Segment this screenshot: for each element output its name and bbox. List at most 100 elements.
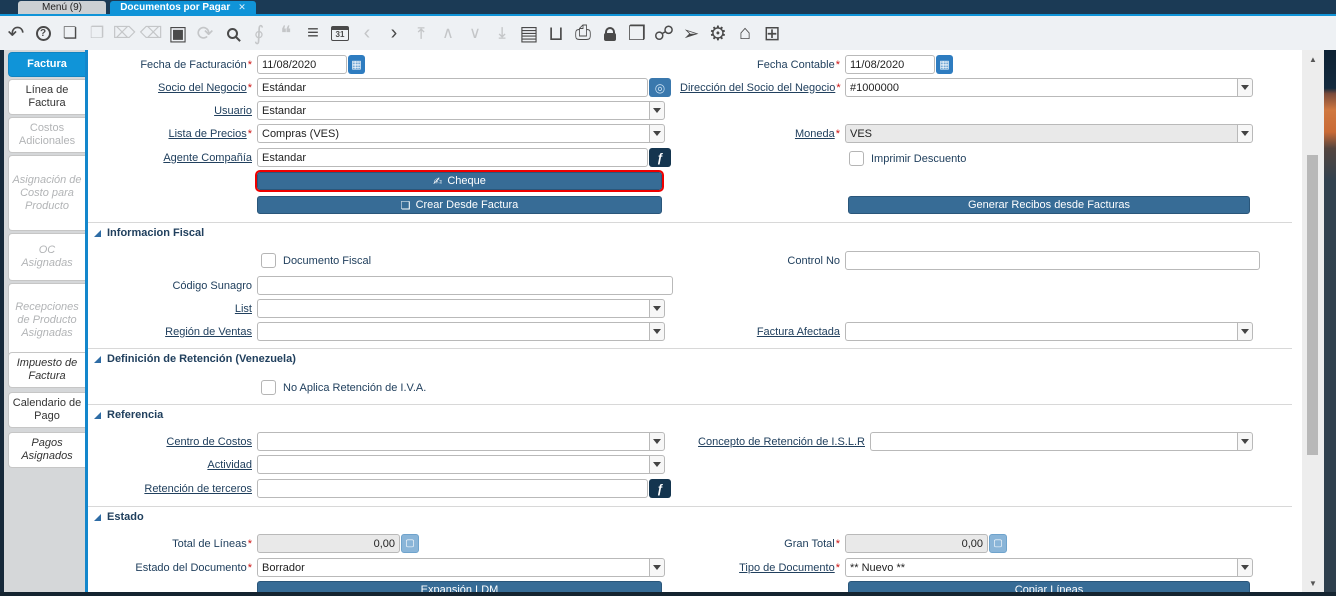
generar-recibos-button[interactable]: Generar Recibos desde Facturas bbox=[848, 196, 1250, 214]
agente-compania-funnel-button[interactable]: ƒ bbox=[649, 148, 671, 167]
chevron-down-icon[interactable] bbox=[649, 322, 665, 341]
archive-icon[interactable]: ⊔ bbox=[546, 21, 566, 45]
moneda-label[interactable]: Moneda* bbox=[680, 128, 845, 140]
delete-selection-icon[interactable]: ⌫ bbox=[140, 21, 163, 45]
direccion-socio-dropdown[interactable]: #1000000 bbox=[845, 78, 1253, 97]
send-mail-icon[interactable]: ➢ bbox=[681, 21, 701, 45]
tab-menu[interactable]: Menú (9) bbox=[18, 1, 106, 14]
estado-documento-dropdown[interactable]: Borrador bbox=[257, 558, 665, 577]
fecha-facturacion-calendar-button[interactable]: ▦ bbox=[348, 55, 365, 74]
chevron-down-icon[interactable] bbox=[1237, 322, 1253, 341]
imprimir-descuento-checkbox[interactable] bbox=[849, 151, 864, 166]
agente-compania-input[interactable]: Estandar bbox=[257, 148, 648, 167]
chevron-down-icon[interactable] bbox=[1237, 78, 1253, 97]
last-record-icon[interactable]: ⇥ bbox=[490, 23, 514, 43]
chevron-down-icon[interactable] bbox=[649, 124, 665, 143]
chevron-down-icon[interactable] bbox=[1237, 124, 1253, 143]
centro-costos-label[interactable]: Centro de Costos bbox=[92, 436, 257, 448]
socio-negocio-label[interactable]: Socio del Negocio* bbox=[92, 82, 257, 94]
prev-record-icon[interactable]: ‹ bbox=[357, 21, 377, 45]
section-header-estado[interactable]: Estado bbox=[94, 511, 144, 523]
fecha-contable-input[interactable]: 11/08/2020 bbox=[845, 55, 935, 74]
preference-icon[interactable]: ⚙ bbox=[708, 21, 728, 45]
concepto-islr-dropdown[interactable] bbox=[870, 432, 1253, 451]
direccion-socio-label[interactable]: Dirección del Socio del Negocio* bbox=[680, 82, 845, 94]
sidebar-tab-oc-asignadas[interactable]: OC Asignadas bbox=[8, 233, 85, 281]
scrollbar-thumb[interactable] bbox=[1307, 155, 1318, 455]
copy-record-icon[interactable]: ❐ bbox=[87, 21, 107, 45]
scroll-up-icon[interactable]: ▲ bbox=[1306, 52, 1320, 66]
section-header-definicion-retencion[interactable]: Definición de Retención (Venezuela) bbox=[94, 353, 296, 365]
workflow-icon[interactable]: ☍ bbox=[654, 21, 674, 45]
window-customize-icon[interactable]: ⊞ bbox=[762, 21, 782, 45]
zoom-across-icon[interactable]: ❒ bbox=[627, 21, 647, 45]
chevron-down-icon[interactable] bbox=[1237, 432, 1253, 451]
factura-afectada-label[interactable]: Factura Afectada bbox=[680, 326, 845, 338]
chevron-down-icon[interactable] bbox=[649, 101, 665, 120]
factura-afectada-dropdown[interactable] bbox=[845, 322, 1253, 341]
socio-negocio-input[interactable]: Estándar bbox=[257, 78, 648, 97]
product-info-icon[interactable]: ⌂ bbox=[735, 21, 755, 45]
lock-icon[interactable] bbox=[600, 21, 620, 45]
help-icon[interactable]: ? bbox=[33, 21, 53, 45]
gran-total-calculator-button[interactable]: ▢ bbox=[989, 534, 1007, 553]
next-record-icon[interactable]: › bbox=[384, 21, 404, 45]
fecha-facturacion-input[interactable]: 11/08/2020 bbox=[257, 55, 347, 74]
region-ventas-label[interactable]: Región de Ventas bbox=[92, 326, 257, 338]
no-aplica-retencion-checkbox[interactable] bbox=[261, 380, 276, 395]
sidebar-tab-costos-adicionales[interactable]: Costos Adicionales bbox=[8, 117, 85, 153]
sidebar-tab-recepciones[interactable]: Recepciones de Producto Asignadas bbox=[8, 283, 85, 357]
sidebar-tab-pagos-asignados[interactable]: Pagos Asignados bbox=[8, 432, 85, 468]
report-icon[interactable]: ▤ bbox=[519, 21, 539, 45]
retencion-terceros-label[interactable]: Retención de terceros bbox=[92, 483, 257, 495]
tab-documentos-por-pagar[interactable]: Documentos por Pagar ✕ bbox=[110, 1, 256, 14]
chevron-down-icon[interactable] bbox=[1237, 558, 1253, 577]
tipo-documento-label[interactable]: Tipo de Documento* bbox=[680, 562, 845, 574]
first-record-icon[interactable]: ⇤ bbox=[409, 23, 433, 43]
documento-fiscal-checkbox[interactable] bbox=[261, 253, 276, 268]
concepto-islr-label[interactable]: Concepto de Retención de I.S.L.R bbox=[680, 436, 870, 448]
chat-icon[interactable]: ❝ bbox=[276, 21, 296, 45]
section-header-informacion-fiscal[interactable]: Informacion Fiscal bbox=[94, 227, 204, 239]
list-label[interactable]: List bbox=[92, 303, 257, 315]
find-icon[interactable] bbox=[222, 21, 242, 45]
agente-compania-label[interactable]: Agente Compañía bbox=[92, 152, 257, 164]
usuario-label[interactable]: Usuario bbox=[92, 105, 257, 117]
retencion-terceros-funnel-button[interactable]: ƒ bbox=[649, 479, 671, 498]
sidebar-tab-impuesto-de-factura[interactable]: Impuesto de Factura bbox=[8, 352, 85, 388]
print-icon[interactable]: ⎙ bbox=[573, 21, 593, 45]
region-ventas-dropdown[interactable] bbox=[257, 322, 665, 341]
copiar-lineas-button[interactable]: Copiar Líneas bbox=[848, 581, 1250, 592]
chevron-down-icon[interactable] bbox=[649, 432, 665, 451]
control-no-input[interactable] bbox=[845, 251, 1260, 270]
socio-negocio-info-button[interactable]: ◎ bbox=[649, 78, 671, 97]
detail-record-icon[interactable]: ∨ bbox=[465, 21, 485, 45]
lista-precios-label[interactable]: Lista de Precios* bbox=[92, 128, 257, 140]
grid-toggle-icon[interactable]: ≡ bbox=[303, 21, 323, 45]
usuario-dropdown[interactable]: Estandar bbox=[257, 101, 665, 120]
sidebar-tab-linea-de-factura[interactable]: Línea de Factura bbox=[8, 79, 85, 115]
chevron-down-icon[interactable] bbox=[649, 455, 665, 474]
close-tab-icon[interactable]: ✕ bbox=[238, 2, 246, 13]
actividad-dropdown[interactable] bbox=[257, 455, 665, 474]
crear-desde-factura-button[interactable]: ❏ Crear Desde Factura bbox=[257, 196, 662, 214]
expansion-ldm-button[interactable]: Expansión LDM bbox=[257, 581, 662, 592]
save-icon[interactable]: ▣ bbox=[168, 21, 188, 45]
vertical-scrollbar[interactable]: ▲ ▼ bbox=[1302, 50, 1324, 592]
delete-record-icon[interactable]: ⌦ bbox=[113, 21, 136, 45]
actividad-label[interactable]: Actividad bbox=[92, 459, 257, 471]
fecha-contable-calendar-button[interactable]: ▦ bbox=[936, 55, 953, 74]
moneda-dropdown[interactable]: VES bbox=[845, 124, 1253, 143]
total-lineas-calculator-button[interactable]: ▢ bbox=[401, 534, 419, 553]
parent-record-icon[interactable]: ∧ bbox=[438, 21, 458, 45]
retencion-terceros-input[interactable] bbox=[257, 479, 648, 498]
attachment-icon[interactable]: ∮ bbox=[249, 21, 269, 45]
cheque-button[interactable]: ✍ Cheque bbox=[255, 170, 664, 192]
centro-costos-dropdown[interactable] bbox=[257, 432, 665, 451]
lista-precios-dropdown[interactable]: Compras (VES) bbox=[257, 124, 665, 143]
tipo-documento-dropdown[interactable]: ** Nuevo ** bbox=[845, 558, 1253, 577]
section-header-referencia[interactable]: Referencia bbox=[94, 409, 163, 421]
sidebar-tab-calendario-de-pago[interactable]: Calendario de Pago bbox=[8, 392, 85, 428]
codigo-sunagro-input[interactable] bbox=[257, 276, 673, 295]
list-dropdown[interactable] bbox=[257, 299, 665, 318]
